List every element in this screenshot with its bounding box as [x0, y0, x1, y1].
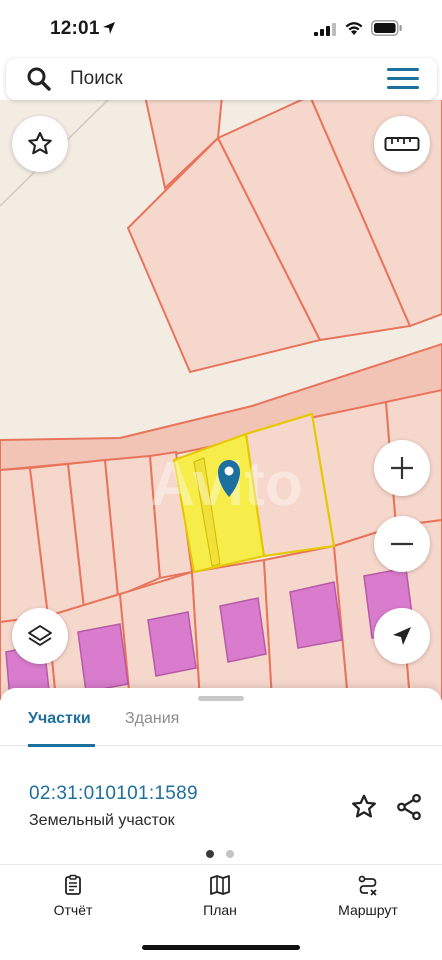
tab-buildings[interactable]: Здания	[125, 710, 179, 746]
wifi-icon	[345, 22, 363, 35]
map-icon	[210, 875, 230, 895]
report-icon	[65, 874, 81, 895]
nav-plan-label: План	[203, 902, 237, 918]
plus-icon	[391, 457, 413, 479]
nav-report-label: Отчёт	[53, 902, 93, 918]
sheet-tabs: Участки Здания	[0, 706, 442, 747]
locate-me-button[interactable]	[374, 608, 430, 664]
bottom-nav: Отчёт План Маршрут	[0, 866, 442, 926]
plot-type-label: Земельный участок	[29, 812, 175, 829]
nav-plan[interactable]: План	[165, 866, 275, 926]
search-icon[interactable]	[26, 66, 52, 92]
favorite-map-button[interactable]	[12, 116, 68, 172]
location-arrow-icon	[103, 22, 115, 34]
star-icon[interactable]	[349, 792, 379, 822]
page-dot-active	[206, 850, 214, 858]
status-time: 12:01	[50, 18, 100, 39]
cadastral-map[interactable]: Avito	[0, 100, 442, 700]
search-input[interactable]	[70, 66, 370, 92]
route-icon	[358, 875, 377, 896]
search-bar	[6, 58, 437, 100]
layers-icon	[28, 625, 52, 646]
star-icon	[28, 131, 52, 155]
cadastral-number[interactable]: 02:31:010101:1589	[29, 783, 198, 805]
nav-route-label: Маршрут	[338, 902, 398, 918]
ruler-icon	[384, 137, 420, 151]
sheet-drag-handle[interactable]	[198, 696, 244, 701]
status-bar: 12:01	[0, 0, 442, 58]
home-indicator[interactable]	[142, 945, 300, 950]
layers-button[interactable]	[12, 608, 68, 664]
battery-icon	[371, 20, 402, 36]
menu-icon[interactable]	[387, 68, 419, 90]
divider	[0, 864, 442, 865]
zoom-in-button[interactable]	[374, 440, 430, 496]
nav-route[interactable]: Маршрут	[313, 866, 423, 926]
minus-icon	[391, 542, 413, 546]
map-canvas[interactable]: Avito	[0, 100, 442, 700]
share-icon[interactable]	[394, 792, 424, 822]
navigation-arrow-icon	[393, 627, 411, 645]
tab-plots[interactable]: Участки	[28, 710, 95, 747]
ruler-button[interactable]	[374, 116, 430, 172]
zoom-out-button[interactable]	[374, 516, 430, 572]
cellular-signal-icon	[314, 23, 336, 36]
page-indicator	[206, 850, 238, 858]
page-dot	[226, 850, 234, 858]
nav-report[interactable]: Отчёт	[18, 866, 128, 926]
